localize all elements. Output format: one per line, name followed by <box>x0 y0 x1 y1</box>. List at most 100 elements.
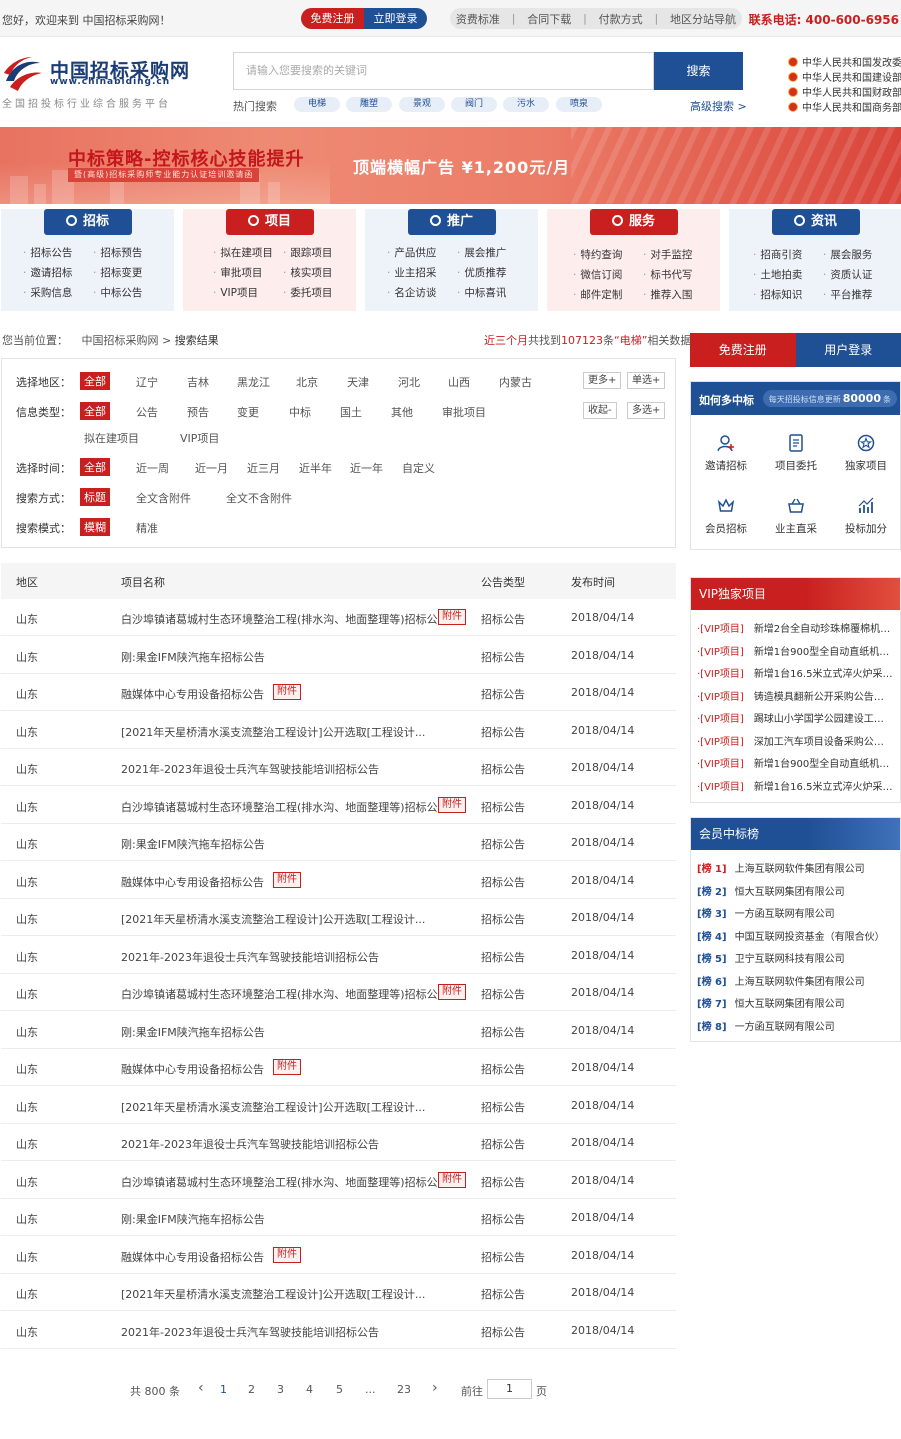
vip-project-item[interactable]: ·[VIP项目] 新增1台900型全自动直纸机采... <box>697 755 893 770</box>
hot-tag[interactable]: 污水 <box>503 97 549 112</box>
category-head[interactable]: 服务 <box>589 209 678 235</box>
table-row[interactable]: 山东 2021年-2023年退役士兵汽车驾驶技能培训招标公告 招标公告 2018/04… <box>1 1124 676 1161</box>
breadcrumb-home[interactable]: 中国招标采购网 <box>82 334 159 347</box>
vip-project-item[interactable]: ·[VIP项目] 深加工汽车项目设备采购公告... <box>697 733 893 748</box>
category-link[interactable]: 邮件定制 <box>573 287 643 303</box>
hot-tag[interactable]: 阀门 <box>451 97 497 112</box>
attachment-badge[interactable]: 附件 <box>273 1246 301 1263</box>
cell-project-name[interactable]: 融媒体中心专用设备招标公告 <box>121 1249 264 1265</box>
category-link[interactable]: 展会服务 <box>823 247 893 263</box>
table-row[interactable]: 山东 白沙埠镇诸葛城村生态环境整治工程(排水沟、地面整理等)招标公... 附件 招标公… <box>1 787 676 824</box>
cell-project-name[interactable]: 融媒体中心专用设备招标公告 <box>121 1061 264 1077</box>
category-link[interactable]: 邀请招标 <box>23 265 93 281</box>
next-page-icon[interactable]: › <box>432 1380 438 1396</box>
hot-tag[interactable]: 雕塑 <box>346 97 392 112</box>
category-link[interactable]: 中标喜讯 <box>457 285 527 301</box>
link-region-nav[interactable]: 地区分站导航 <box>670 11 736 27</box>
category-link[interactable]: 招标变更 <box>93 265 163 281</box>
filter-option[interactable]: 全文不含附件 <box>226 490 292 506</box>
top-banner-ad[interactable]: 中标策略-控标核心技能提升 暨(高级)招标采购师专业能力认证培训邀请函 顶端横幅… <box>0 127 901 204</box>
top-register-button[interactable]: 免费注册 <box>301 8 364 29</box>
page-number[interactable]: 1 <box>220 1383 227 1396</box>
hot-tag[interactable]: 电梯 <box>294 97 340 112</box>
attachment-badge[interactable]: 附件 <box>273 1059 301 1075</box>
filter-option[interactable]: 内蒙古 <box>499 374 532 390</box>
filter-option[interactable]: 近一月 <box>195 460 228 476</box>
cell-project-name[interactable]: 2021年-2023年退役士兵汽车驾驶技能培训招标公告 <box>121 761 379 777</box>
vip-project-item[interactable]: ·[VIP项目] 新增2台全自动珍珠棉覆棉机采... <box>697 620 893 635</box>
page-number[interactable]: 3 <box>277 1383 284 1396</box>
table-row[interactable]: 山东 融媒体中心专用设备招标公告 附件 招标公告 2018/04/14 <box>1 1049 676 1086</box>
ranking-item[interactable]: [榜 4] 中国互联网投资基金（有限合伙） <box>697 928 893 943</box>
category-link[interactable]: 特约查询 <box>573 247 643 263</box>
category-link[interactable]: 审批项目 <box>213 265 283 281</box>
link-pricing[interactable]: 资费标准 <box>456 11 500 27</box>
table-row[interactable]: 山东 白沙埠镇诸葛城村生态环境整治工程(排水沟、地面整理等)招标公... 附件 招标公… <box>1 974 676 1011</box>
region-single-button[interactable]: 单选+ <box>627 372 666 389</box>
ranking-item[interactable]: [榜 6] 上海互联网软件集团有限公司 <box>697 973 893 988</box>
filter-option[interactable]: 标题 <box>80 488 110 506</box>
category-link[interactable]: 名企访谈 <box>387 285 457 301</box>
attachment-badge[interactable]: 附件 <box>438 1171 466 1188</box>
filter-option[interactable]: 变更 <box>237 404 259 420</box>
category-head[interactable]: 推广 <box>407 209 496 235</box>
category-link[interactable]: 业主招采 <box>387 265 457 281</box>
category-head[interactable]: 项目 <box>225 209 314 235</box>
filter-option[interactable]: 吉林 <box>187 374 209 390</box>
filter-option[interactable]: 北京 <box>296 374 318 390</box>
ranking-item[interactable]: [榜 5] 卫宁互联网科技有限公司 <box>697 950 893 965</box>
cell-project-name[interactable]: 2021年-2023年退役士兵汽车驾驶技能培训招标公告 <box>121 1324 379 1340</box>
search-input[interactable]: 请输入您要搜索的关键词 <box>233 52 654 90</box>
cell-project-name[interactable]: 刚:果金IFM陕汽拖车招标公告 <box>121 1211 265 1227</box>
table-row[interactable]: 山东 [2021年天星桥清水溪支流整治工程设计]公开选取[工程设计... 招标公告 2… <box>1 1087 676 1124</box>
gov-link[interactable]: 中华人民共和国建设部 <box>788 69 901 84</box>
filter-option[interactable]: 全部 <box>80 402 110 420</box>
category-link[interactable]: 推荐入围 <box>643 287 713 303</box>
page-number[interactable]: 5 <box>336 1383 343 1396</box>
vip-project-item[interactable]: ·[VIP项目] 踢球山小学国学公园建设工程... <box>697 710 893 725</box>
site-logo[interactable]: 中国招标采购网 www.chinabiding.cn 全国招投标行业综合服务平台 <box>2 53 202 111</box>
prev-page-icon[interactable]: ‹ <box>198 1380 204 1396</box>
category-link[interactable]: VIP项目 <box>213 285 283 301</box>
category-link[interactable]: 微信订阅 <box>573 267 643 283</box>
vip-project-item[interactable]: ·[VIP项目] 新增1台16.5米立式淬火炉采购... <box>697 665 893 680</box>
table-row[interactable]: 山东 刚:果金IFM陕汽拖车招标公告 招标公告 2018/04/14 <box>1 824 676 861</box>
category-link[interactable]: 招标预告 <box>93 245 163 261</box>
category-link[interactable]: 拟在建项目 <box>213 245 283 261</box>
goto-page-input[interactable]: 1 <box>487 1379 532 1399</box>
region-more-button[interactable]: 更多+ <box>583 372 622 389</box>
category-link[interactable]: 采购信息 <box>23 285 93 301</box>
vip-project-item[interactable]: ·[VIP项目] 新增1台900型全自动直纸机采... <box>697 643 893 658</box>
howto-item[interactable]: 会员招标 <box>691 497 761 536</box>
vip-project-item[interactable]: ·[VIP项目] 铸造模具翻新公开采购公告（8... <box>697 688 893 703</box>
filter-option[interactable]: 模糊 <box>80 518 110 536</box>
filter-option[interactable]: 拟在建项目 <box>84 430 139 446</box>
category-link[interactable]: 展会推广 <box>457 245 527 261</box>
filter-option[interactable]: 国土 <box>340 404 362 420</box>
filter-option[interactable]: 全部 <box>80 458 110 476</box>
cell-project-name[interactable]: 融媒体中心专用设备招标公告 <box>121 874 264 890</box>
table-row[interactable]: 山东 刚:果金IFM陕汽拖车招标公告 招标公告 2018/04/14 <box>1 1012 676 1049</box>
category-link[interactable]: 招商引资 <box>753 247 823 263</box>
ranking-item[interactable]: [榜 3] 一方函互联网有限公司 <box>697 905 893 920</box>
attachment-badge[interactable]: 附件 <box>438 796 466 813</box>
filter-option[interactable]: 辽宁 <box>136 374 158 390</box>
type-multi-button[interactable]: 多选+ <box>627 402 666 419</box>
vip-project-item[interactable]: ·[VIP项目] 新增1台16.5米立式淬火炉采购... <box>697 778 893 793</box>
table-row[interactable]: 山东 白沙埠镇诸葛城村生态环境整治工程(排水沟、地面整理等)招标公... 附件 招标公… <box>1 599 676 636</box>
ranking-item[interactable]: [榜 7] 恒大互联网集团有限公司 <box>697 995 893 1010</box>
cell-project-name[interactable]: 2021年-2023年退役士兵汽车驾驶技能培训招标公告 <box>121 949 379 965</box>
gov-link[interactable]: 中华人民共和国发改委 <box>788 54 901 69</box>
hot-tag[interactable]: 景观 <box>399 97 445 112</box>
ranking-item[interactable]: [榜 8] 一方函互联网有限公司 <box>697 1018 893 1033</box>
filter-option[interactable]: 天津 <box>347 374 369 390</box>
table-row[interactable]: 山东 融媒体中心专用设备招标公告 附件 招标公告 2018/04/14 <box>1 862 676 899</box>
category-head[interactable]: 招标 <box>43 209 132 235</box>
table-row[interactable]: 山东 2021年-2023年退役士兵汽车驾驶技能培训招标公告 招标公告 2018/04… <box>1 937 676 974</box>
filter-option[interactable]: 中标 <box>289 404 311 420</box>
category-link[interactable]: 跟踪项目 <box>283 245 353 261</box>
category-link[interactable]: 对手监控 <box>643 247 713 263</box>
cell-project-name[interactable]: 融媒体中心专用设备招标公告 <box>121 686 264 702</box>
filter-option[interactable]: 公告 <box>136 404 158 420</box>
howto-item[interactable]: 业主直采 <box>761 497 831 536</box>
